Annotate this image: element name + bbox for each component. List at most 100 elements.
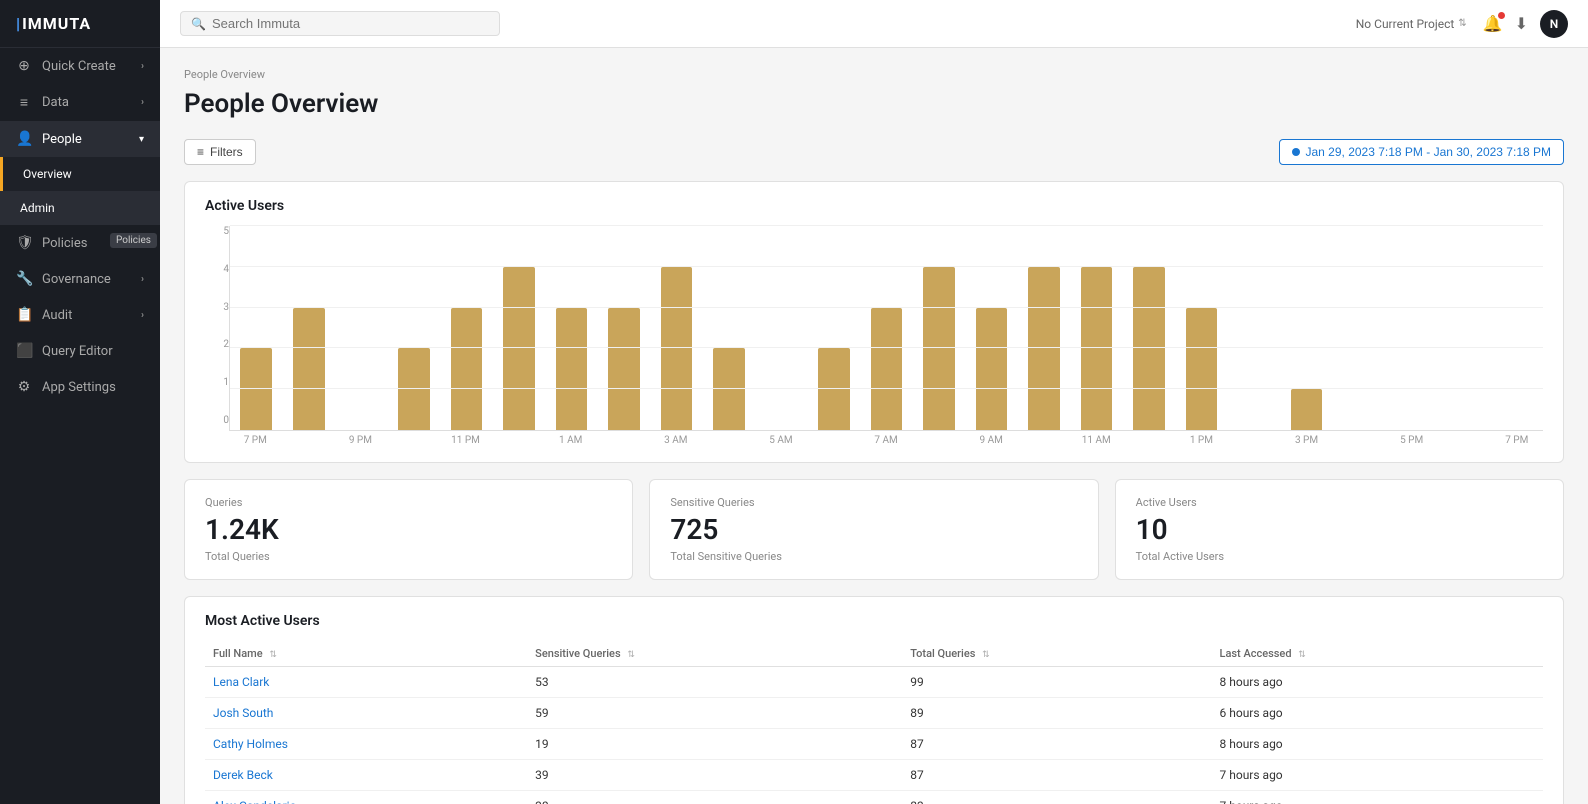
sidebar-item-governance[interactable]: 🔧 Governance › [0, 261, 160, 297]
search-input[interactable] [212, 16, 489, 31]
topbar-right: No Current Project ⇅ 🔔 ⬇ N [1356, 10, 1568, 38]
bar-rect [608, 308, 640, 430]
cell-name[interactable]: Josh South [205, 698, 527, 729]
x-label [1228, 431, 1281, 446]
bar-col [965, 226, 1018, 430]
stat-sublabel: Total Sensitive Queries [670, 550, 1077, 563]
x-label: 1 AM [544, 431, 597, 446]
cell-name[interactable]: Derek Beck [205, 760, 527, 791]
sidebar-item-data[interactable]: ≡ Data › [0, 84, 160, 121]
table-header: Full Name ⇅ Sensitive Queries ⇅ Total Qu… [205, 641, 1543, 667]
bar-col [493, 226, 546, 430]
col-header-total-queries[interactable]: Total Queries ⇅ [902, 641, 1211, 667]
audit-icon: 📋 [16, 307, 32, 323]
bar-col [755, 226, 808, 430]
sidebar-item-audit[interactable]: 📋 Audit › [0, 297, 160, 333]
sort-icon: ⇅ [269, 650, 277, 660]
bar-col [1280, 226, 1333, 430]
search-icon: 🔍 [191, 17, 206, 31]
sidebar-item-policies[interactable]: 🛡 Policies › Policies [0, 225, 160, 261]
most-active-users-card: Most Active Users Full Name ⇅ Sensitive … [184, 596, 1564, 804]
cell-name[interactable]: Cathy Holmes [205, 729, 527, 760]
page-content: People Overview People Overview ≡ Filter… [160, 48, 1588, 804]
bar-rect [1133, 267, 1165, 430]
cell-total: 87 [902, 760, 1211, 791]
search-box[interactable]: 🔍 [180, 11, 500, 36]
sidebar: | IMMUTA ⊕ Quick Create › ≡ Data › 👤 Peo… [0, 0, 160, 804]
sidebar-item-quick-create[interactable]: ⊕ Quick Create › [0, 48, 160, 84]
table-row: Lena Clark53998 hours ago [205, 667, 1543, 698]
bar-col [808, 226, 861, 430]
bar-rect [240, 348, 272, 430]
x-label: 5 PM [1385, 431, 1438, 446]
cell-last-accessed: 8 hours ago [1212, 729, 1543, 760]
filter-row: ≡ Filters Jan 29, 2023 7:18 PM - Jan 30,… [184, 139, 1564, 165]
logo: | IMMUTA [0, 0, 160, 48]
bar-col [545, 226, 598, 430]
data-icon: ≡ [16, 94, 32, 111]
bar-rect [1291, 389, 1323, 430]
chart-title: Active Users [205, 198, 1543, 214]
x-label: 7 PM [1491, 431, 1544, 446]
x-label: 9 AM [965, 431, 1018, 446]
x-label [807, 431, 860, 446]
cell-last-accessed: 8 hours ago [1212, 667, 1543, 698]
bar-col [1018, 226, 1071, 430]
sidebar-subitem-admin[interactable]: Admin [0, 191, 160, 225]
bar-col [283, 226, 336, 430]
bar-col [1490, 226, 1543, 430]
x-label: 3 PM [1280, 431, 1333, 446]
topbar: 🔍 No Current Project ⇅ 🔔 ⬇ N [160, 0, 1588, 48]
sort-icon: ⇅ [982, 650, 990, 660]
arrow-icon: ▾ [139, 134, 144, 145]
x-label [1017, 431, 1070, 446]
bar-col [1385, 226, 1438, 430]
bar-col [1123, 226, 1176, 430]
arrow-icon: › [141, 97, 144, 108]
stat-card-active-users: Active Users 10 Total Active Users [1115, 479, 1564, 580]
user-avatar[interactable]: N [1540, 10, 1568, 38]
logo-icon: | [16, 14, 20, 33]
table-title: Most Active Users [205, 613, 1543, 629]
project-label: No Current Project [1356, 17, 1455, 31]
bar-rect [398, 348, 430, 430]
bar-rect [503, 267, 535, 430]
table-row: Derek Beck39877 hours ago [205, 760, 1543, 791]
cell-sensitive: 30 [527, 791, 902, 804]
project-selector[interactable]: No Current Project ⇅ [1356, 17, 1467, 31]
bar-rect [818, 348, 850, 430]
table-row: Cathy Holmes19878 hours ago [205, 729, 1543, 760]
sidebar-item-label: People [42, 132, 82, 147]
bar-rect [1028, 267, 1060, 430]
stat-card-queries: Queries 1.24K Total Queries [184, 479, 633, 580]
sidebar-item-query-editor[interactable]: ⬛ Query Editor [0, 333, 160, 369]
x-label: 3 AM [650, 431, 703, 446]
bar-col [650, 226, 703, 430]
col-header-full-name[interactable]: Full Name ⇅ [205, 641, 527, 667]
cell-name[interactable]: Alex Candelario [205, 791, 527, 804]
table-row: Alex Candelario30837 hours ago [205, 791, 1543, 804]
cell-name[interactable]: Lena Clark [205, 667, 527, 698]
filter-button[interactable]: ≡ Filters [184, 139, 256, 165]
cell-total: 83 [902, 791, 1211, 804]
cell-total: 89 [902, 698, 1211, 729]
sidebar-item-app-settings[interactable]: ⚙ App Settings [0, 369, 160, 405]
bar-rect [1186, 308, 1218, 430]
col-header-sensitive-queries[interactable]: Sensitive Queries ⇅ [527, 641, 902, 667]
col-header-last-accessed[interactable]: Last Accessed ⇅ [1212, 641, 1543, 667]
bar-rect [713, 348, 745, 430]
notification-icon[interactable]: 🔔 [1483, 14, 1503, 33]
bar-col [703, 226, 756, 430]
bar-rect [451, 308, 483, 430]
bar-rect [661, 267, 693, 430]
sidebar-subitem-overview[interactable]: Overview [0, 157, 160, 191]
download-icon[interactable]: ⬇ [1515, 14, 1528, 33]
active-users-table: Full Name ⇅ Sensitive Queries ⇅ Total Qu… [205, 641, 1543, 804]
date-range-label: Jan 29, 2023 7:18 PM - Jan 30, 2023 7:18… [1306, 145, 1552, 159]
arrow-icon: › [141, 61, 144, 72]
date-range-button[interactable]: Jan 29, 2023 7:18 PM - Jan 30, 2023 7:18… [1279, 139, 1565, 165]
cell-last-accessed: 6 hours ago [1212, 698, 1543, 729]
arrow-icon: › [141, 310, 144, 321]
stat-value: 1.24K [205, 513, 612, 546]
sidebar-item-people[interactable]: 👤 People ▾ [0, 121, 160, 157]
